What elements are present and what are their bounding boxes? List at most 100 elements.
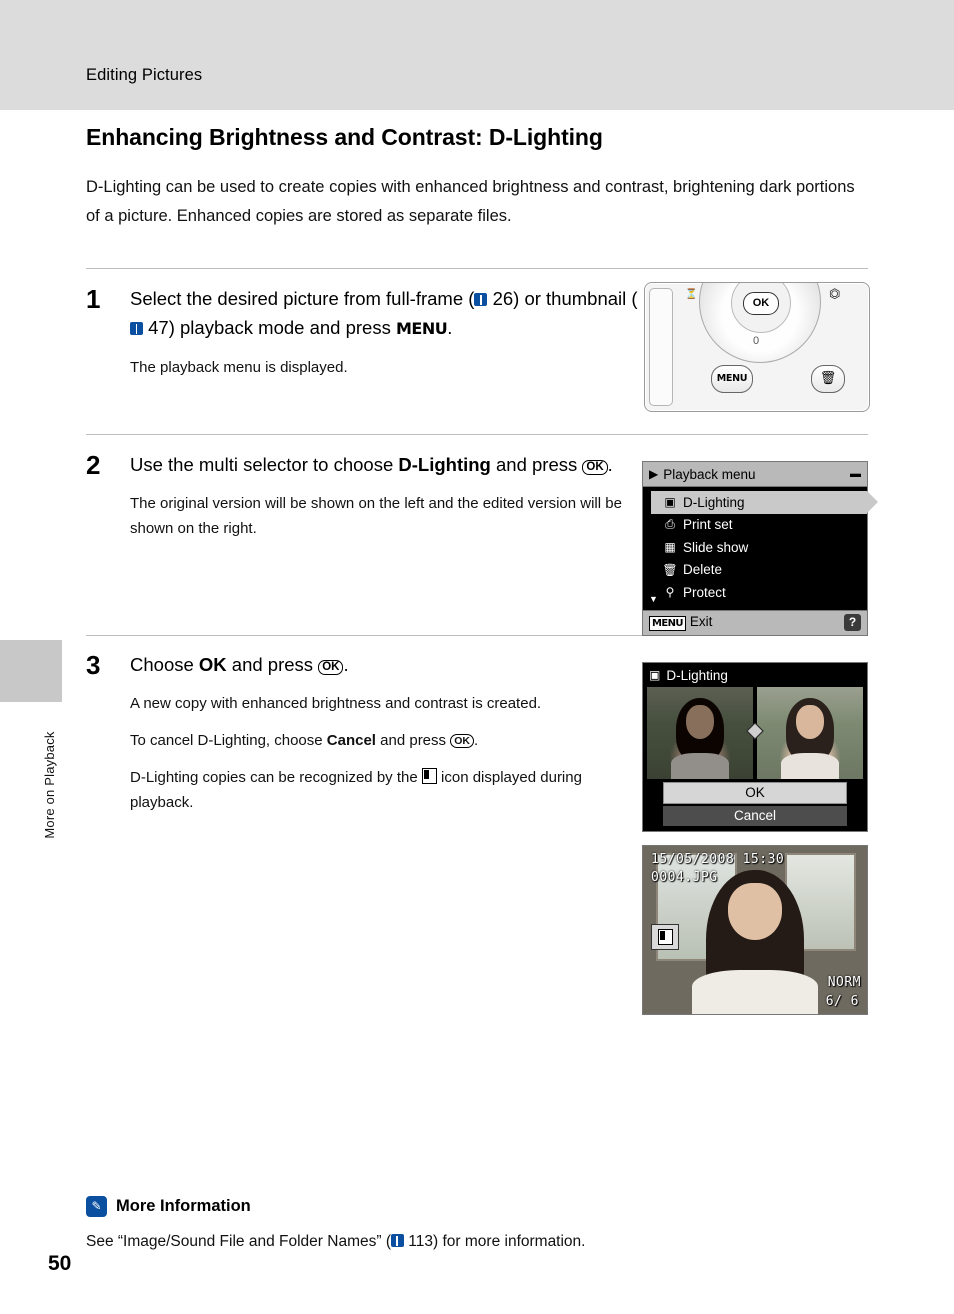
step-3-subtext-1: A new copy with enhanced brightness and … [130, 695, 542, 712]
menu-exit-control[interactable]: MENU Exit [649, 614, 712, 631]
step-3-subtext-2: To cancel D-Lighting, choose Cancel and … [130, 728, 640, 753]
dial-marker: 0 [753, 335, 760, 347]
step-2-text-c: . [607, 454, 613, 475]
preview-buttons: OK Cancel [643, 779, 867, 831]
photo-face [728, 882, 782, 941]
step-2-bold: D-Lighting [398, 454, 491, 475]
more-information-heading: ✎ More Information [86, 1196, 868, 1217]
d-lighting-copy-icon [421, 768, 437, 784]
d-lighting-icon: ▣ [649, 668, 661, 682]
menu-item-label: D-Lighting [683, 494, 745, 510]
step-3-subtext-3: D-Lighting copies can be recognized by t… [130, 765, 640, 815]
step-3-cancel-text-c: . [473, 732, 479, 749]
playback-image-screen: 15/05/2008 15:30 0004.JPG NORM 6/ 6 [642, 845, 868, 1015]
playback-menu-footer: MENU Exit ? [643, 609, 867, 635]
menu-button[interactable]: MENU [711, 365, 753, 393]
preview-thumbnails [643, 687, 867, 779]
playback-menu-titlebar: ▶ Playback menu ▬ [643, 462, 867, 487]
playback-menu-screen: ▶ Playback menu ▬ ▣ D-Lighting ⎙ Print s… [642, 461, 878, 636]
chapter-label: More on Playback [42, 731, 57, 839]
help-icon[interactable]: ? [844, 614, 861, 631]
step-3-cancel-text-a: To cancel D-Lighting, choose [130, 732, 327, 749]
step-3-bold: OK [198, 654, 227, 675]
menu-item-d-lighting[interactable]: ▣ D-Lighting [651, 491, 878, 514]
menu-item-label: Print set [683, 517, 733, 533]
exposure-compensation-icon: ⏣ [829, 287, 841, 302]
self-timer-icon: ⏳ [685, 289, 698, 300]
step-3-text-a: Choose [130, 654, 199, 675]
more-info-text-a: See “Image/Sound File and Folder Names” … [86, 1233, 391, 1250]
menu-exit-label: Exit [689, 614, 713, 629]
camera-body-edge [649, 288, 673, 406]
menu-item-label: Delete [683, 562, 723, 578]
key-icon: ⚲ [665, 585, 675, 600]
step-2-subtext: The original version will be shown on th… [130, 495, 622, 537]
d-lighting-copy-icon [651, 924, 679, 950]
step-3-text-c: . [343, 654, 349, 675]
step-3-cancel-bold: Cancel [326, 732, 376, 749]
playback-menu-list: ▣ D-Lighting ⎙ Print set ▦ Slide show 🗑 … [643, 487, 878, 610]
step-1-text-d: . [447, 317, 453, 338]
menu-item-print-set[interactable]: ⎙ Print set [643, 514, 867, 537]
d-lighting-icon: ▣ [664, 495, 676, 510]
step-3-icon-text-a: D-Lighting copies can be recognized by t… [130, 769, 422, 786]
original-thumbnail [647, 687, 753, 779]
step-3: 3 Choose OK and press OK. A new copy wit… [86, 650, 646, 815]
step-3-heading: Choose OK and press OK. [130, 650, 640, 679]
step-1-text-a: Select the desired picture from full-fra… [130, 288, 475, 309]
menu-scroll-down-indicator: ▼ [649, 593, 658, 604]
menu-item-protect[interactable]: ⚲ Protect [643, 581, 867, 604]
step-2-heading: Use the multi selector to choose D-Light… [130, 450, 640, 479]
multi-selector-dial[interactable]: OK [699, 283, 821, 363]
xref-icon [390, 1234, 404, 1247]
divider-1 [86, 268, 868, 269]
menu-badge-icon: MENU [649, 616, 686, 631]
menu-button-glyph: MENU [395, 319, 448, 338]
photo-filename: 0004.JPG [651, 870, 718, 885]
ok-button[interactable]: OK [743, 292, 779, 315]
enhanced-thumbnail [757, 687, 863, 779]
transform-arrow-icon [746, 723, 764, 740]
photo-body [692, 970, 818, 1014]
cancel-option[interactable]: Cancel [663, 806, 847, 826]
document-page: Editing Pictures More on Playback Enhanc… [0, 0, 954, 1314]
d-lighting-screen-title: ▣ D-Lighting [643, 663, 867, 687]
step-2: 2 Use the multi selector to choose D-Lig… [86, 450, 646, 541]
ok-button-glyph: OK [582, 460, 608, 475]
print-set-icon: ⎙ [665, 517, 675, 532]
menu-item-delete[interactable]: 🗑 Delete [643, 559, 867, 582]
photo-body [671, 753, 729, 779]
trash-button[interactable]: 🗑 [811, 365, 845, 393]
step-1-subtext: The playback menu is displayed. [130, 359, 348, 376]
more-information-text: See “Image/Sound File and Folder Names” … [86, 1233, 868, 1251]
xref-icon [474, 293, 488, 306]
menu-item-label: Protect [683, 584, 726, 600]
more-info-text-b: ) for more information. [433, 1233, 586, 1250]
scroll-indicator-icon: ▬ [850, 468, 861, 480]
ok-option[interactable]: OK [663, 782, 847, 804]
step-1-heading: Select the desired picture from full-fra… [130, 284, 640, 343]
frame-counter: 6/ 6 [825, 994, 859, 1009]
step-2-number: 2 [86, 450, 101, 480]
menu-item-slide-show[interactable]: ▦ Slide show [643, 536, 867, 559]
step-1: 1 Select the desired picture from full-f… [86, 284, 646, 380]
content-column: Enhancing Brightness and Contrast: D-Lig… [86, 124, 868, 231]
running-head: Editing Pictures [86, 66, 203, 84]
playback-menu-title: Playback menu [663, 466, 756, 482]
step-1-text-b: ) or thumbnail ( [513, 288, 638, 309]
note-icon: ✎ [86, 1196, 107, 1217]
d-lighting-preview-screen: ▣ D-Lighting OK Cancel [642, 662, 868, 832]
xref-icon [130, 322, 143, 335]
step-1-ref-2: 47 [148, 317, 169, 338]
page-title: Enhancing Brightness and Contrast: D-Lig… [86, 124, 603, 150]
page-number: 50 [48, 1252, 72, 1275]
menu-item-label: Slide show [683, 539, 749, 555]
trash-icon: 🗑 [662, 562, 678, 577]
playback-icon: ▶ [649, 467, 659, 481]
photo-body [781, 753, 839, 779]
more-information-title: More Information [116, 1197, 251, 1215]
step-2-text-a: Use the multi selector to choose [130, 454, 399, 475]
slide-show-icon: ▦ [664, 540, 676, 555]
photo-face [686, 705, 714, 739]
divider-2 [86, 434, 868, 435]
